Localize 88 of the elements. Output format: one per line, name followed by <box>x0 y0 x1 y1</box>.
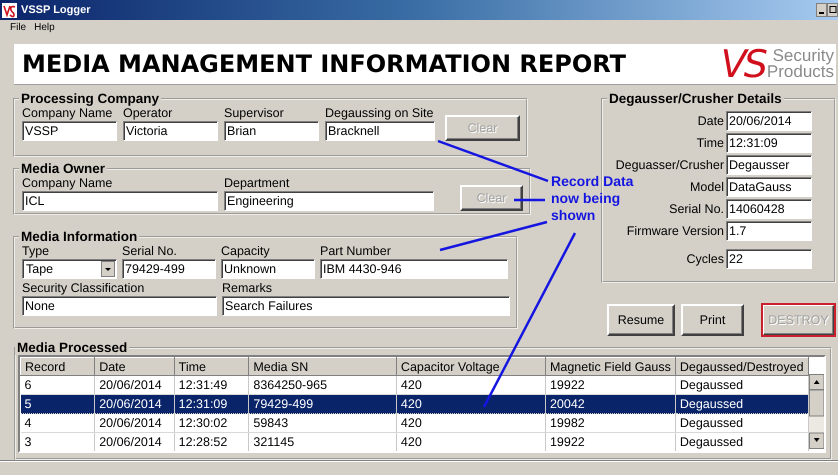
table-cell: 79429-499 <box>248 394 396 414</box>
field-label: Cycles <box>686 252 724 266</box>
input-field[interactable]: Degausser <box>726 155 812 175</box>
input-field[interactable]: 1.7 <box>726 221 812 241</box>
field-label: Model <box>690 180 724 194</box>
column-header[interactable]: Magnetic Field Gauss <box>545 358 676 376</box>
input-field[interactable]: 22 <box>726 249 812 269</box>
field-label: Remarks <box>222 281 274 296</box>
table-cell: Degaussed <box>675 394 808 414</box>
table-cell: Degaussed <box>675 432 808 451</box>
field-label: Supervisor <box>224 106 285 121</box>
group-title: Media Processed <box>16 340 128 355</box>
leader-line <box>514 198 545 202</box>
input-field[interactable]: Bracknell <box>325 121 435 141</box>
column-header[interactable]: Degaussed/Destroyed <box>675 358 808 376</box>
table-row[interactable]: 3 20/06/2014 12:28:52 321145 420 19922 Degaussed <box>20 432 808 451</box>
field-label: Serial No. <box>669 202 724 216</box>
input-field[interactable]: 14060428 <box>726 199 812 219</box>
table-cell: 20042 <box>545 394 676 414</box>
table-row[interactable]: 5 20/06/2014 12:31:09 79429-499 420 20042 Degaussed <box>20 394 808 414</box>
table-cell: 5 <box>20 394 95 414</box>
report-title: MEDIA MANAGEMENT INFORMATION REPORT <box>22 50 626 78</box>
input-field[interactable]: DataGauss <box>726 177 812 197</box>
column-header[interactable]: Capacitor Voltage <box>396 358 546 376</box>
group-title: Media Owner <box>20 161 106 176</box>
table-cell: 4 <box>20 414 95 432</box>
menu-item[interactable]: Help <box>34 22 55 36</box>
field-label: Company Name <box>22 106 114 121</box>
field-label: Time <box>696 136 724 150</box>
window-title: VSSP Logger <box>21 4 92 16</box>
input-field[interactable]: 12:31:09 <box>726 133 812 153</box>
field-label: Firmware Version <box>626 224 724 238</box>
field-label: Serial No. <box>122 244 178 259</box>
field-label: Deguasser/Crusher <box>616 158 724 172</box>
logo-mark: VS <box>720 44 765 84</box>
logo-text: Security <box>772 48 834 64</box>
table-cell: Degaussed <box>675 414 808 432</box>
column-header[interactable]: Record <box>20 358 95 376</box>
group-title: Media Information <box>20 229 138 244</box>
table-cell: 12:30:02 <box>174 414 249 432</box>
field-label: Part Number <box>320 244 392 259</box>
action-button[interactable]: Resume <box>607 304 675 336</box>
field-label: Department <box>224 176 290 191</box>
input-field[interactable]: IBM 4430-946 <box>320 259 508 279</box>
field-label: Security Classification <box>22 281 146 296</box>
input-field[interactable]: Victoria <box>123 121 218 141</box>
column-header[interactable]: Date <box>94 358 174 376</box>
action-button[interactable]: Print <box>681 304 744 336</box>
table-cell: 19982 <box>545 414 676 432</box>
input-field[interactable]: ICL <box>22 191 218 211</box>
table-cell: 12:31:09 <box>174 394 249 414</box>
group-title: Degausser/Crusher Details <box>608 91 783 106</box>
input-field[interactable]: VSSP <box>22 121 117 141</box>
table-cell: 321145 <box>248 432 396 451</box>
field-label: Date <box>698 114 724 128</box>
field-label: Operator <box>123 106 174 121</box>
table-cell: 20/06/2014 <box>94 394 174 414</box>
table-cell: 59843 <box>248 414 396 432</box>
input-field[interactable]: 20/06/2014 <box>726 111 812 131</box>
field-label: Capacity <box>221 244 271 259</box>
input-field[interactable]: Unknown <box>221 259 315 279</box>
table-cell: 20/06/2014 <box>94 414 174 432</box>
table-cell: 19922 <box>545 432 676 451</box>
field-label: Degaussing on Site <box>325 106 434 121</box>
scrollbar[interactable] <box>808 374 824 449</box>
table-cell: 420 <box>396 414 546 432</box>
app-icon <box>2 2 17 18</box>
input-field[interactable]: Engineering <box>224 191 434 211</box>
input-field[interactable]: Search Failures <box>222 296 510 316</box>
table-cell: 420 <box>396 394 546 414</box>
group-title: Processing Company <box>20 91 160 106</box>
menu-item[interactable]: File <box>10 22 26 36</box>
column-header[interactable]: Time <box>174 358 249 376</box>
table-cell: 3 <box>20 432 95 451</box>
window-controls-icon[interactable] <box>816 3 838 17</box>
column-header[interactable]: Media SN <box>248 358 396 376</box>
field-label: Type <box>22 244 50 259</box>
table-cell: 20/06/2014 <box>94 432 174 451</box>
table-cell: 420 <box>396 432 546 451</box>
input-field[interactable]: Brian <box>224 121 319 141</box>
annotation-text: Record Data now being shown <box>551 173 634 224</box>
input-field[interactable]: None <box>22 296 217 316</box>
table-row[interactable]: 4 20/06/2014 12:30:02 59843 420 19982 Degaussed <box>20 414 808 432</box>
field-label: Company Name <box>22 176 114 191</box>
input-field[interactable]: 79429-499 <box>122 259 216 279</box>
type-dropdown[interactable]: Tape <box>22 259 117 279</box>
logo-text: Products <box>766 64 834 80</box>
table-cell: 12:28:52 <box>174 432 249 451</box>
